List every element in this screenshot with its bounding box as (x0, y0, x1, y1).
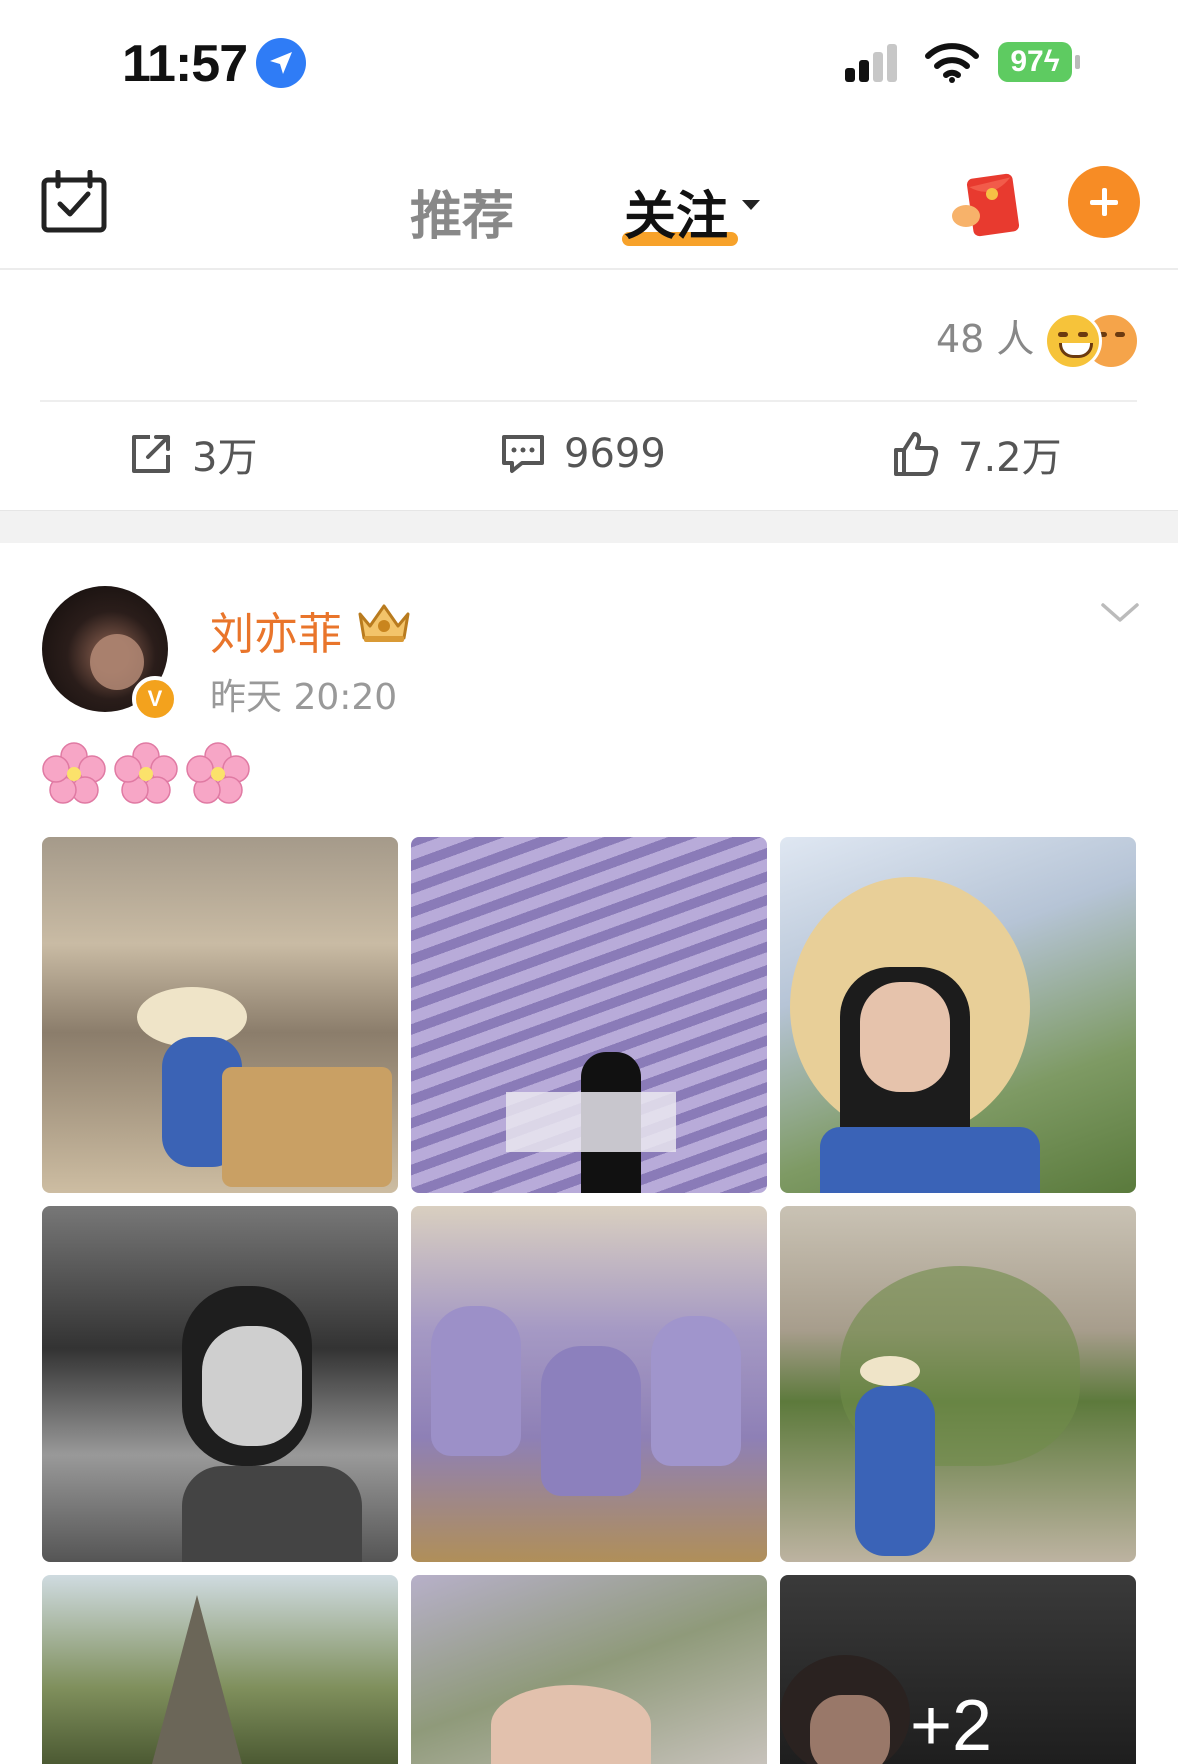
comment-count: 9699 (564, 431, 666, 477)
emoji-eye (1115, 332, 1125, 337)
like-button[interactable]: 7.2万 (892, 424, 1062, 484)
post-photo-9[interactable]: +2 (780, 1575, 1136, 1764)
comment-icon (502, 435, 544, 473)
reactors-count[interactable]: 48 人 (936, 308, 1034, 363)
divider (40, 400, 1137, 402)
emoji-mouth (1059, 343, 1093, 358)
like-count: 7.2万 (958, 435, 1062, 481)
post-text (42, 742, 250, 806)
verified-badge: V (132, 676, 178, 722)
section-separator (0, 510, 1178, 543)
chevron-down-icon[interactable] (1100, 600, 1140, 626)
add-icon[interactable] (1068, 166, 1140, 238)
top-nav: 推荐 关注 (0, 130, 1178, 270)
location-arrow-icon (256, 38, 306, 88)
comment-button[interactable]: 9699 (500, 424, 666, 484)
emoji-laugh-icon (1044, 312, 1102, 370)
post-photo-1[interactable] (42, 837, 398, 1193)
cherry-blossom-icon (42, 742, 106, 804)
post-photo-3[interactable] (780, 837, 1136, 1193)
wifi-icon (925, 43, 979, 83)
crown-icon[interactable] (356, 600, 412, 644)
emoji-eye (1078, 332, 1088, 337)
tab-recommend[interactable]: 推荐 (410, 174, 514, 249)
post-photo-8[interactable] (411, 1575, 767, 1764)
battery-tip (1075, 55, 1080, 69)
tab-follow[interactable]: 关注 (624, 174, 728, 249)
battery-charging-glyph: ϟ (1043, 45, 1060, 78)
emoji-eye (1058, 332, 1068, 337)
post-photo-6[interactable] (780, 1206, 1136, 1562)
like-icon (894, 432, 939, 476)
red-packet-icon[interactable] (950, 168, 1026, 240)
post-photo-2[interactable] (411, 837, 767, 1193)
status-time: 11:57 (122, 35, 248, 93)
post-photo-7[interactable] (42, 1575, 398, 1764)
avatar-face (90, 634, 144, 690)
signal-icon (845, 44, 897, 82)
more-photos-count: +2 (910, 1686, 993, 1764)
caret-down-icon[interactable] (742, 200, 760, 210)
cherry-blossom-icon (186, 742, 250, 804)
calendar-check-icon[interactable] (40, 170, 108, 234)
battery-level: 97 (1010, 45, 1044, 78)
post-photo-4[interactable] (42, 1206, 398, 1562)
battery-icon: 97ϟ (998, 42, 1072, 82)
cherry-blossom-icon (114, 742, 178, 804)
post-photo-5[interactable] (411, 1206, 767, 1562)
repost-button[interactable]: 3万 (128, 424, 257, 484)
repost-count: 3万 (192, 435, 258, 481)
repost-icon (132, 435, 170, 473)
post-time: 昨天 20:20 (210, 677, 398, 718)
status-bar: 11:57 97ϟ (0, 0, 1178, 130)
author-name[interactable]: 刘亦菲 (210, 598, 342, 662)
